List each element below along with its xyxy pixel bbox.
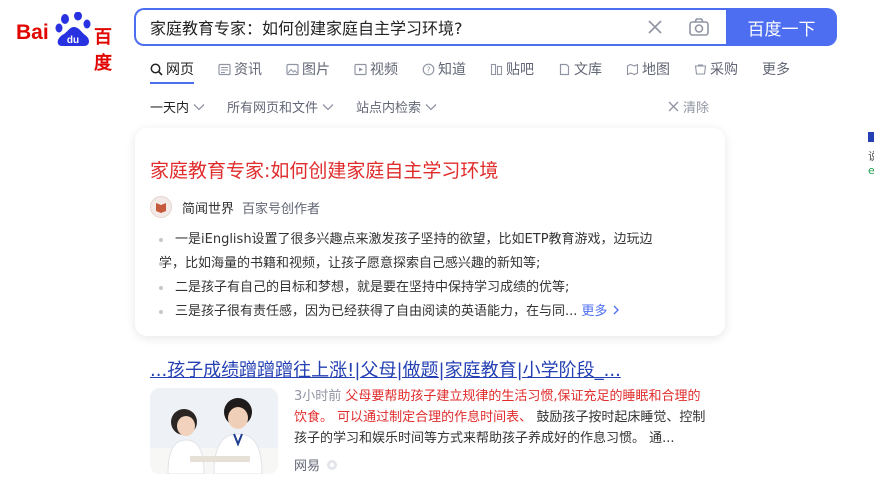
svg-text:?: ? [426,65,430,74]
clear-filters-label: 清除 [683,101,710,116]
logo-chinese: 百度 [94,27,112,74]
search-button[interactable]: 百度一下 [726,8,837,46]
summary-highlight: 饮食。 [294,410,334,425]
result-card: 家庭教育专家:如何创建家庭自主学习环境 简闻世界 百家号创作者 一是iEngli… [135,128,725,336]
verified-icon [327,459,338,470]
image-icon [286,63,299,75]
right-sidebar-edge: 说 e [868,132,874,178]
tab-label: 视频 [370,62,398,78]
close-icon [668,101,679,112]
logo-latin: Bai [16,21,49,44]
tab-label: 知道 [438,62,466,78]
site-filter[interactable]: 站点内检索 [356,97,437,116]
search-box [134,8,728,46]
result-source: 简闻世界 百家号创作者 [150,196,320,218]
filetype-filter-label: 所有网页和文件 [227,101,319,116]
source-tag: 百家号创作者 [242,201,321,217]
time-filter-label: 一天内 [150,101,190,116]
tab-label: 地图 [642,62,670,78]
tab-zhidao[interactable]: ? 知道 [422,58,466,80]
tab-news[interactable]: 资讯 [218,58,262,80]
chevron-down-icon [193,103,205,110]
clear-filters-button[interactable]: 清除 [668,97,709,116]
tab-label: 资讯 [234,62,262,78]
map-icon [626,63,639,75]
active-tab-indicator [150,82,194,84]
result-time: 3小时前 [294,389,342,404]
cart-icon [694,63,707,75]
search-tabs: 网页 资讯 图片 视频 ? 知道 贴吧 文库 地图 采购 更多 [150,58,814,80]
summary-line: 三是孩子很有责任感，因为已经获得了自由阅读的英语能力，在与同... 更多 [159,300,709,324]
more-link[interactable]: 更多 [581,304,619,319]
tab-images[interactable]: 图片 [286,58,330,80]
source-name[interactable]: 网易 [294,455,320,474]
source-name[interactable]: 简闻世界 [182,198,234,217]
chevron-right-icon [613,305,619,315]
result-source: 网易 [294,455,338,474]
summary-text: 孩子的学习和娱乐时间等方式来帮助孩子养成好的作息习惯。 通... [294,431,675,446]
book-icon [156,203,166,213]
tab-label: 贴吧 [506,62,534,78]
news-icon [218,63,231,75]
sidebar-text: 说 [868,150,874,163]
sidebar-marker [868,132,874,142]
summary-highlight: 可以通过制定合理的作息时间表、 [337,410,533,425]
site-filter-label: 站点内检索 [356,101,422,116]
camera-icon[interactable] [688,16,710,38]
tab-label: 采购 [710,62,738,78]
tab-map[interactable]: 地图 [626,58,670,80]
tab-tieba[interactable]: 贴吧 [490,58,534,80]
tab-label: 图片 [302,62,330,78]
summary-line-continued: 学，比如海量的书籍和视频，让孩子愿意探索自己感兴趣的新知等; [159,252,709,276]
sidebar-text: e [868,164,874,177]
summary-text: 一是iEnglish设置了很多兴趣点来激发孩子坚持的欲望，比如ETP教育游戏，边… [175,232,653,247]
tab-label: 文库 [574,62,602,78]
tieba-icon [490,63,503,75]
summary-text: 二是孩子有自己的目标和梦想，就是要在坚持中保持学习成绩的优等; [175,280,570,295]
children-studying-image [150,388,278,474]
tab-label: 网页 [166,62,194,78]
summary-line: 二是孩子有自己的目标和梦想，就是要在坚持中保持学习成绩的优等; [159,276,709,300]
clear-icon[interactable] [646,18,664,36]
summary-line: 一是iEnglish设置了很多兴趣点来激发孩子坚持的欲望，比如ETP教育游戏，边… [159,228,709,252]
logo-paw-text: du [67,35,79,46]
search-filters: 一天内 所有网页和文件 站点内检索 [150,97,459,116]
source-avatar[interactable] [150,196,172,218]
chevron-down-icon [425,103,437,110]
summary-text: 鼓励孩子按时起床睡觉、控制 [536,410,706,425]
result-thumbnail[interactable] [150,388,278,474]
search-input[interactable] [150,10,630,44]
tab-caigou[interactable]: 采购 [694,58,738,80]
doc-icon [559,63,570,75]
summary-text: 三是孩子很有责任感，因为已经获得了自由阅读的英语能力，在与同... [175,304,578,319]
chevron-down-icon [322,103,334,110]
tab-more[interactable]: 更多 [762,58,790,80]
tab-webpage[interactable]: 网页 [150,58,194,80]
search-icon [150,63,163,76]
more-label: 更多 [581,304,608,319]
question-icon: ? [422,63,435,75]
time-filter[interactable]: 一天内 [150,97,205,116]
result-summary: 一是iEnglish设置了很多兴趣点来激发孩子坚持的欲望，比如ETP教育游戏，边… [159,228,709,324]
filetype-filter[interactable]: 所有网页和文件 [227,97,334,116]
paw-icon: du [55,12,91,46]
result-summary: 3小时前 父母要帮助孩子建立规律的生活习惯,保证充足的睡眠和合理的 饮食。 可以… [294,386,714,449]
tab-wenku[interactable]: 文库 [558,58,602,80]
video-icon [354,63,367,75]
summary-text: 学，比如海量的书籍和视频，让孩子愿意探索自己感兴趣的新知等; [159,256,541,271]
tab-label: 更多 [762,62,790,78]
result-title[interactable]: 家庭教育专家:如何创建家庭自主学习环境 [150,156,498,183]
tab-video[interactable]: 视频 [354,58,398,80]
summary-highlight: 父母要帮助孩子建立规律的生活习惯,保证充足的睡眠和合理的 [345,389,701,404]
result-title[interactable]: ...孩子成绩蹭蹭蹭往上涨!|父母|做题|家庭教育|小学阶段_... [150,356,621,382]
baidu-logo[interactable]: Bai du 百度 [14,12,120,74]
